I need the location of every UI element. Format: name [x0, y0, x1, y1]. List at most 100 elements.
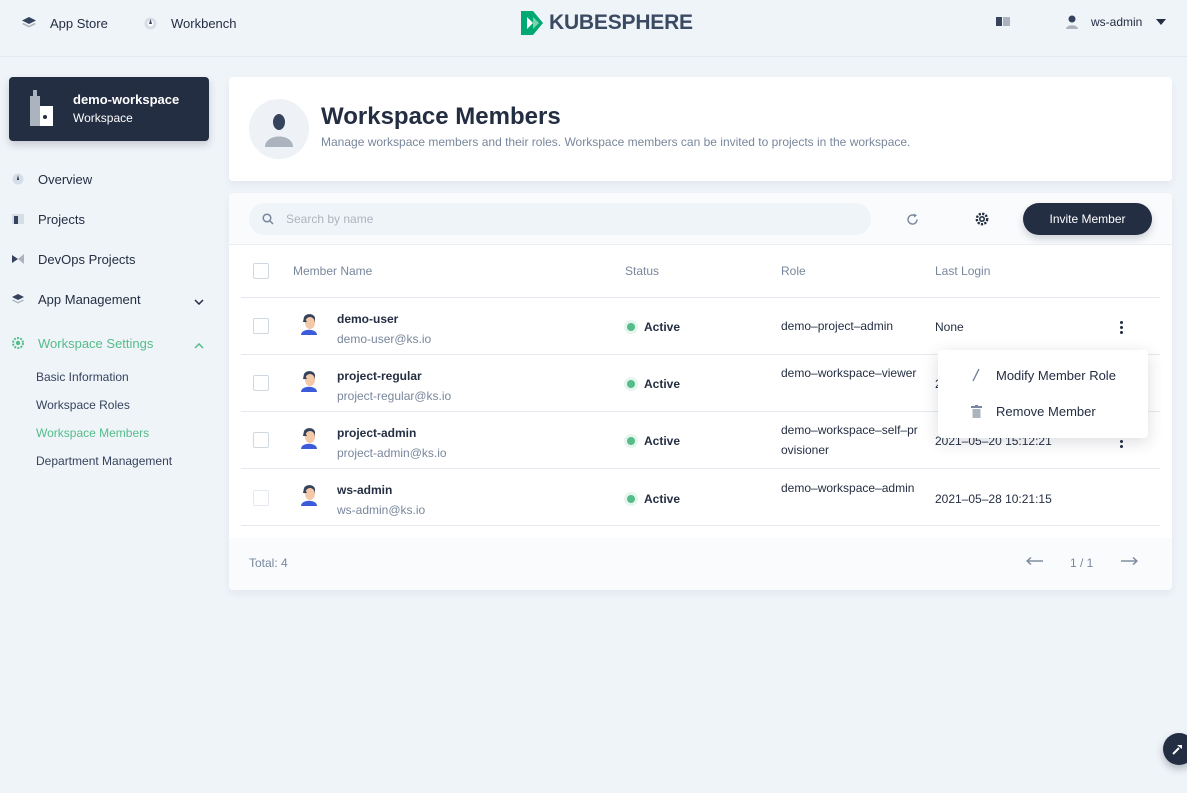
- row-actions-menu: Modify Member Role Remove Member: [938, 350, 1148, 438]
- status-badge: Active: [627, 492, 680, 506]
- select-all-checkbox[interactable]: [253, 263, 269, 279]
- sidebar-sub-department-management[interactable]: Department Management: [36, 454, 172, 468]
- status-badge: Active: [627, 377, 680, 391]
- member-role: demo–workspace–self–provisioner: [781, 423, 918, 457]
- search-icon: [262, 213, 274, 225]
- dot: [1119, 330, 1123, 334]
- table-row[interactable]: ws-admin ws-admin@ks.io Active demo–work…: [241, 469, 1160, 526]
- workbench-link[interactable]: Workbench: [143, 14, 237, 32]
- table-toolbar: Invite Member: [229, 193, 1172, 245]
- next-page-button[interactable]: [1119, 553, 1139, 569]
- sidebar-item-label: Projects: [38, 211, 85, 227]
- user-name: ws-admin: [1091, 15, 1143, 29]
- toolbox-button[interactable]: [1163, 733, 1187, 765]
- sidebar-item-overview[interactable]: Overview: [12, 169, 208, 189]
- member-name[interactable]: ws-admin: [337, 483, 392, 497]
- sidebar-item-app-management[interactable]: App Management: [12, 289, 208, 309]
- row-checkbox[interactable]: [253, 432, 269, 448]
- workbench-label: Workbench: [171, 15, 237, 31]
- workspace-name: demo-workspace: [73, 92, 180, 107]
- arrow-left-icon: [1026, 557, 1043, 565]
- last-login: 2021–05–28 10:21:15: [935, 492, 1052, 506]
- prev-page-button[interactable]: [1025, 553, 1045, 569]
- search-box[interactable]: [249, 203, 871, 235]
- page-title: Workspace Members: [321, 103, 561, 130]
- member-name[interactable]: project-admin: [337, 426, 416, 440]
- row-checkbox[interactable]: [253, 375, 269, 391]
- sidebar-item-label: App Management: [38, 291, 141, 307]
- kubesphere-logo[interactable]: KUBESPHERE: [519, 8, 693, 38]
- status-dot: [627, 323, 635, 331]
- sidebar-item-label: Workspace Settings: [38, 335, 154, 351]
- member-name[interactable]: demo-user: [337, 312, 398, 326]
- user-avatar-icon: [301, 485, 317, 506]
- member-name[interactable]: project-regular: [337, 369, 422, 383]
- status-dot: [627, 380, 635, 388]
- devops-icon: [12, 253, 24, 265]
- more-actions-button[interactable]: [1113, 318, 1129, 336]
- dot: [1119, 325, 1123, 329]
- row-checkbox: [253, 490, 269, 506]
- status-badge: Active: [627, 320, 680, 334]
- search-input[interactable]: [286, 212, 846, 226]
- status-label: Active: [644, 492, 681, 506]
- member-email: project-admin@ks.io: [337, 446, 447, 460]
- table-header: Member Name Status Role Last Login: [241, 245, 1160, 298]
- user-avatar-icon: [301, 371, 317, 392]
- member-email: demo-user@ks.io: [337, 332, 432, 346]
- sidebar-item-workspace-settings[interactable]: Workspace Settings: [12, 333, 208, 353]
- workbench-icon: [143, 16, 157, 30]
- column-role[interactable]: Role: [781, 264, 806, 278]
- dot: [1119, 444, 1123, 448]
- caret-down-icon: [1156, 19, 1167, 25]
- sidebar-item-label: Overview: [38, 171, 93, 187]
- sidebar-item-projects[interactable]: Projects: [12, 209, 208, 229]
- overview-icon: [12, 173, 24, 185]
- member-email: project-regular@ks.io: [337, 389, 452, 403]
- invite-member-button[interactable]: Invite Member: [1023, 203, 1152, 235]
- modify-member-role-label: Modify Member Role: [996, 367, 1116, 383]
- remove-member-item[interactable]: Remove Member: [938, 394, 1148, 428]
- book-icon: [996, 15, 1010, 30]
- refresh-icon: [906, 213, 918, 225]
- chevron-down-icon: [194, 293, 204, 308]
- dot: [1119, 320, 1123, 324]
- member-role: demo–project–admin: [781, 319, 894, 333]
- settings-button[interactable]: [974, 211, 990, 227]
- status-dot: [627, 495, 635, 503]
- app-store-link[interactable]: App Store: [22, 14, 108, 32]
- status-dot: [627, 437, 635, 445]
- chevron-up-icon: [194, 337, 204, 352]
- page-banner: Workspace Members Manage workspace membe…: [229, 77, 1172, 181]
- docs-button[interactable]: [996, 15, 1010, 30]
- sidebar-item-devops[interactable]: DevOps Projects: [12, 249, 208, 269]
- refresh-button[interactable]: [904, 211, 920, 227]
- column-member-name[interactable]: Member Name: [293, 264, 372, 278]
- page-indicator: 1 / 1: [1070, 556, 1094, 570]
- modify-member-role-item[interactable]: Modify Member Role: [938, 358, 1148, 392]
- status-label: Active: [644, 320, 681, 334]
- column-status[interactable]: Status: [625, 264, 659, 278]
- sidebar-item-label: DevOps Projects: [38, 251, 136, 267]
- user-menu[interactable]: ws-admin: [1066, 15, 1167, 29]
- top-bar: App Store Workbench KUBESPHERE ws-admin: [0, 0, 1187, 57]
- row-checkbox[interactable]: [253, 318, 269, 334]
- sidebar-sub-workspace-roles[interactable]: Workspace Roles: [36, 398, 130, 412]
- trash-icon: [970, 404, 982, 418]
- column-last-login[interactable]: Last Login: [935, 264, 990, 278]
- kubesphere-logo-icon: [521, 11, 543, 35]
- table-row[interactable]: demo-user demo-user@ks.io Active demo–pr…: [241, 298, 1160, 355]
- total-count: Total: 4: [249, 556, 288, 570]
- dot: [1119, 439, 1123, 443]
- app-store-label: App Store: [50, 15, 108, 31]
- workspace-card[interactable]: demo-workspace Workspace: [9, 77, 209, 141]
- arrow-right-icon: [1121, 557, 1138, 565]
- page-description: Manage workspace members and their roles…: [321, 135, 911, 149]
- projects-icon: [12, 213, 24, 225]
- member-email: ws-admin@ks.io: [337, 503, 426, 517]
- app-store-icon: [22, 16, 36, 30]
- sidebar-sub-basic-information[interactable]: Basic Information: [36, 370, 129, 384]
- sidebar-sub-workspace-members[interactable]: Workspace Members: [36, 426, 149, 440]
- user-avatar-icon: [301, 314, 317, 335]
- last-login: None: [935, 320, 964, 334]
